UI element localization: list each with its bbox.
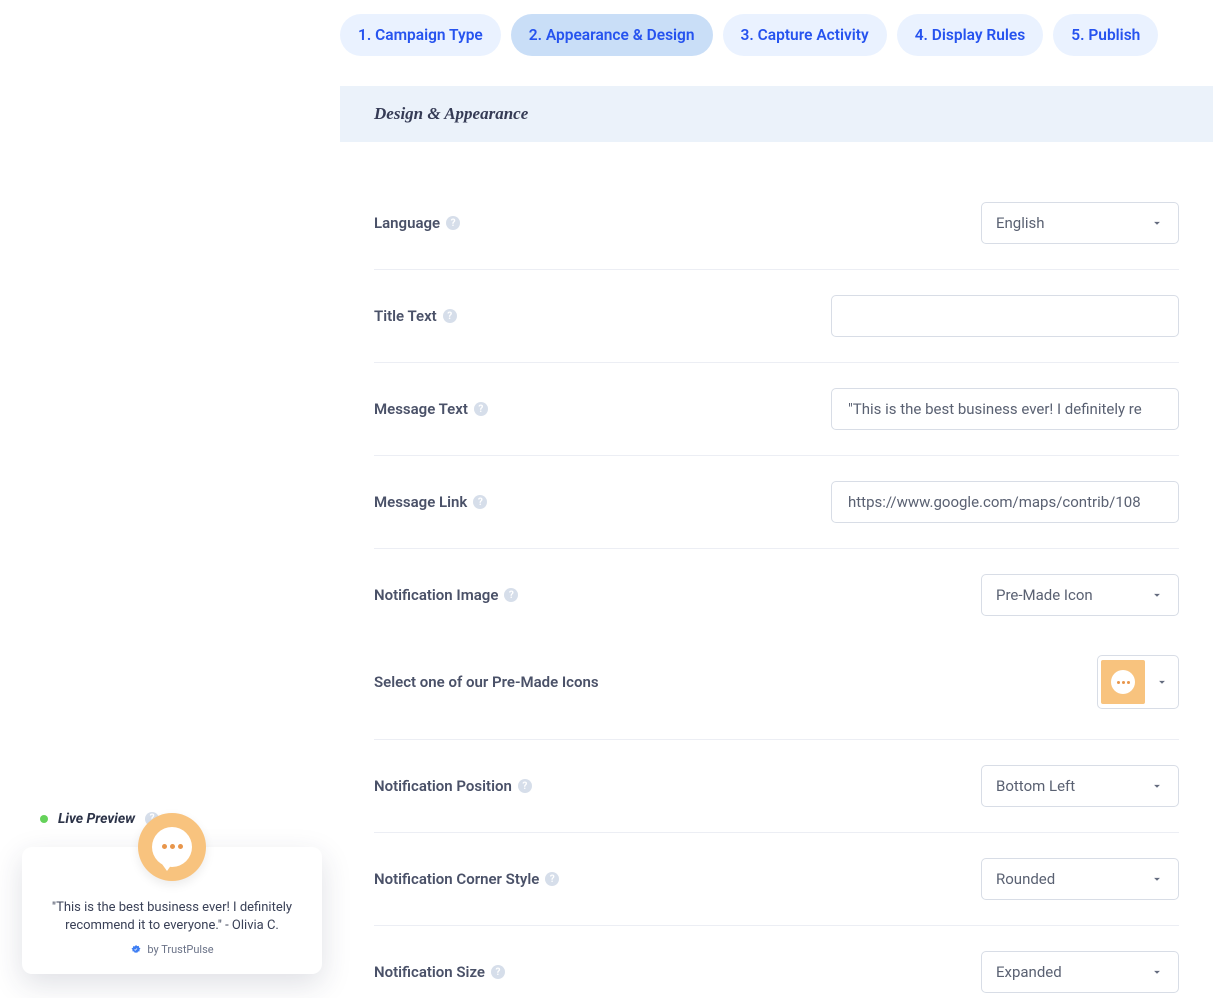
help-icon[interactable]: ? (504, 588, 518, 602)
title-text-input[interactable] (831, 295, 1179, 337)
help-icon[interactable]: ? (443, 309, 457, 323)
live-preview-panel: Live Preview ? "This is the best busines… (22, 811, 322, 974)
chevron-down-icon (1150, 588, 1164, 602)
notification-size-select[interactable]: Expanded (981, 951, 1179, 993)
icon-picker[interactable] (1097, 655, 1179, 709)
help-icon[interactable]: ? (545, 872, 559, 886)
language-label: Language (374, 214, 440, 232)
chevron-down-icon (1150, 872, 1164, 886)
corner-style-select[interactable]: Rounded (981, 858, 1179, 900)
corner-style-label: Notification Corner Style (374, 870, 539, 888)
notification-image-label: Notification Image (374, 586, 498, 604)
notification-image-select[interactable]: Pre-Made Icon (981, 574, 1179, 616)
chevron-down-icon (1150, 965, 1164, 979)
status-dot-icon (40, 815, 48, 823)
tab-capture-activity[interactable]: 3. Capture Activity (723, 14, 887, 56)
preview-message: "This is the best business ever! I defin… (44, 899, 300, 935)
notification-position-label: Notification Position (374, 777, 512, 795)
preview-brand: by TrustPulse (44, 943, 300, 956)
help-icon[interactable]: ? (473, 495, 487, 509)
help-icon[interactable]: ? (518, 779, 532, 793)
title-text-label: Title Text (374, 307, 437, 325)
tab-campaign-type[interactable]: 1. Campaign Type (340, 14, 501, 56)
live-preview-title: Live Preview (58, 811, 135, 827)
chevron-down-icon (1150, 779, 1164, 793)
chevron-down-icon (1150, 216, 1164, 230)
help-icon[interactable]: ? (491, 965, 505, 979)
message-text-label: Message Text (374, 400, 468, 418)
notification-position-select[interactable]: Bottom Left (981, 765, 1179, 807)
tab-display-rules[interactable]: 4. Display Rules (897, 14, 1044, 56)
help-icon[interactable]: ? (446, 216, 460, 230)
chat-bubble-icon (138, 813, 206, 881)
step-tabs: 1. Campaign Type 2. Appearance & Design … (340, 14, 1213, 56)
chevron-down-icon (1155, 675, 1169, 689)
section-header: Design & Appearance (340, 86, 1213, 142)
message-text-input[interactable]: "This is the best business ever! I defin… (831, 388, 1179, 430)
notification-size-label: Notification Size (374, 963, 485, 981)
tab-appearance-design[interactable]: 2. Appearance & Design (511, 14, 713, 56)
message-link-input[interactable]: https://www.google.com/maps/contrib/108 (831, 481, 1179, 523)
preview-card: "This is the best business ever! I defin… (22, 847, 322, 974)
tab-publish[interactable]: 5. Publish (1053, 14, 1158, 56)
help-icon[interactable]: ? (474, 402, 488, 416)
premade-icons-label: Select one of our Pre-Made Icons (374, 673, 599, 691)
verified-badge-icon (130, 944, 142, 956)
chat-bubble-icon (1101, 660, 1145, 704)
message-link-label: Message Link (374, 493, 467, 511)
language-select[interactable]: English (981, 202, 1179, 244)
